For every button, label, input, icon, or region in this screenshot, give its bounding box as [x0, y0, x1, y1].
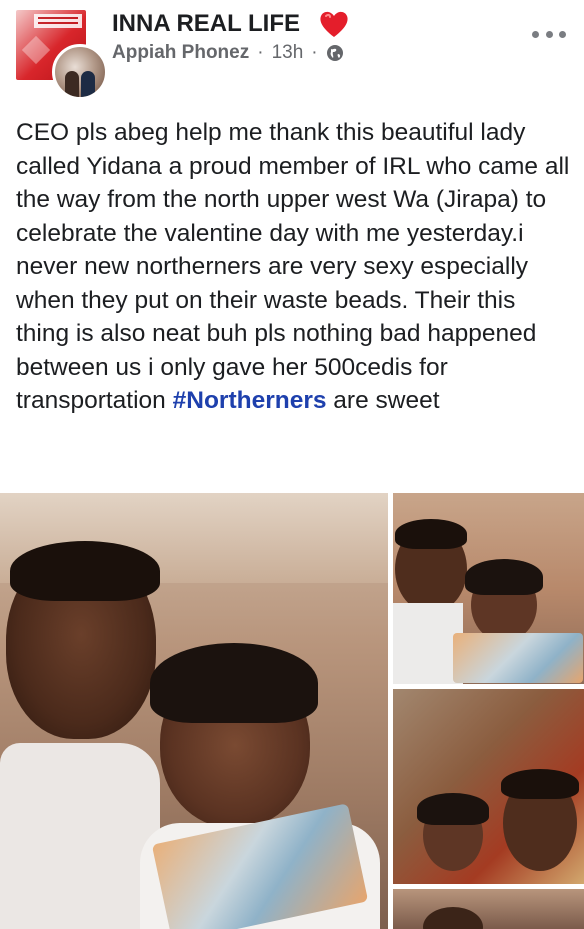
- more-options-dot: [559, 30, 566, 38]
- hashtag-link[interactable]: #Northerners: [173, 387, 327, 414]
- post-meta: Appiah Phonez · 13h ·: [112, 42, 344, 64]
- photo-main[interactable]: [0, 493, 388, 929]
- post-time[interactable]: 13h: [272, 42, 304, 64]
- facebook-post: INNA REAL LIFE Appiah Phonez · 13h · CEO…: [0, 0, 584, 929]
- photo-hair-woman: [465, 559, 543, 595]
- photo-hair-man: [395, 519, 467, 549]
- photo-shirt-man: [0, 743, 160, 929]
- group-name[interactable]: INNA REAL LIFE: [112, 10, 300, 38]
- more-options-dot: [532, 30, 539, 38]
- avatar-person: [65, 71, 79, 97]
- red-heart-icon: [320, 11, 348, 37]
- group-avatar-banner: [34, 14, 82, 28]
- author-avatar[interactable]: [52, 44, 108, 100]
- globe-icon[interactable]: [326, 44, 344, 62]
- photo-hair-woman: [150, 643, 318, 723]
- avatar-person: [81, 71, 95, 97]
- meta-separator: ·: [311, 42, 318, 63]
- photo-hair-man: [10, 541, 160, 601]
- post-text-tail: are sweet: [326, 387, 440, 414]
- post-text: CEO pls abeg help me thank this beautifu…: [16, 116, 572, 418]
- photo-top-right[interactable]: [393, 493, 584, 684]
- meta-separator: ·: [257, 42, 264, 63]
- more-options-dot: [545, 30, 553, 38]
- post-header: INNA REAL LIFE Appiah Phonez · 13h ·: [0, 0, 584, 100]
- photo-hair-woman: [417, 793, 489, 825]
- post-text-body: CEO pls abeg help me thank this beautifu…: [16, 119, 570, 414]
- author-name[interactable]: Appiah Phonez: [112, 42, 249, 64]
- photo-hair-man: [501, 769, 579, 799]
- photo-middle-right[interactable]: [393, 689, 584, 884]
- photo-person: [423, 907, 483, 929]
- group-avatar-heart: [21, 35, 51, 65]
- more-options-button[interactable]: [532, 24, 566, 44]
- photo-bottom-right[interactable]: [393, 889, 584, 929]
- photo-cash: [453, 633, 583, 683]
